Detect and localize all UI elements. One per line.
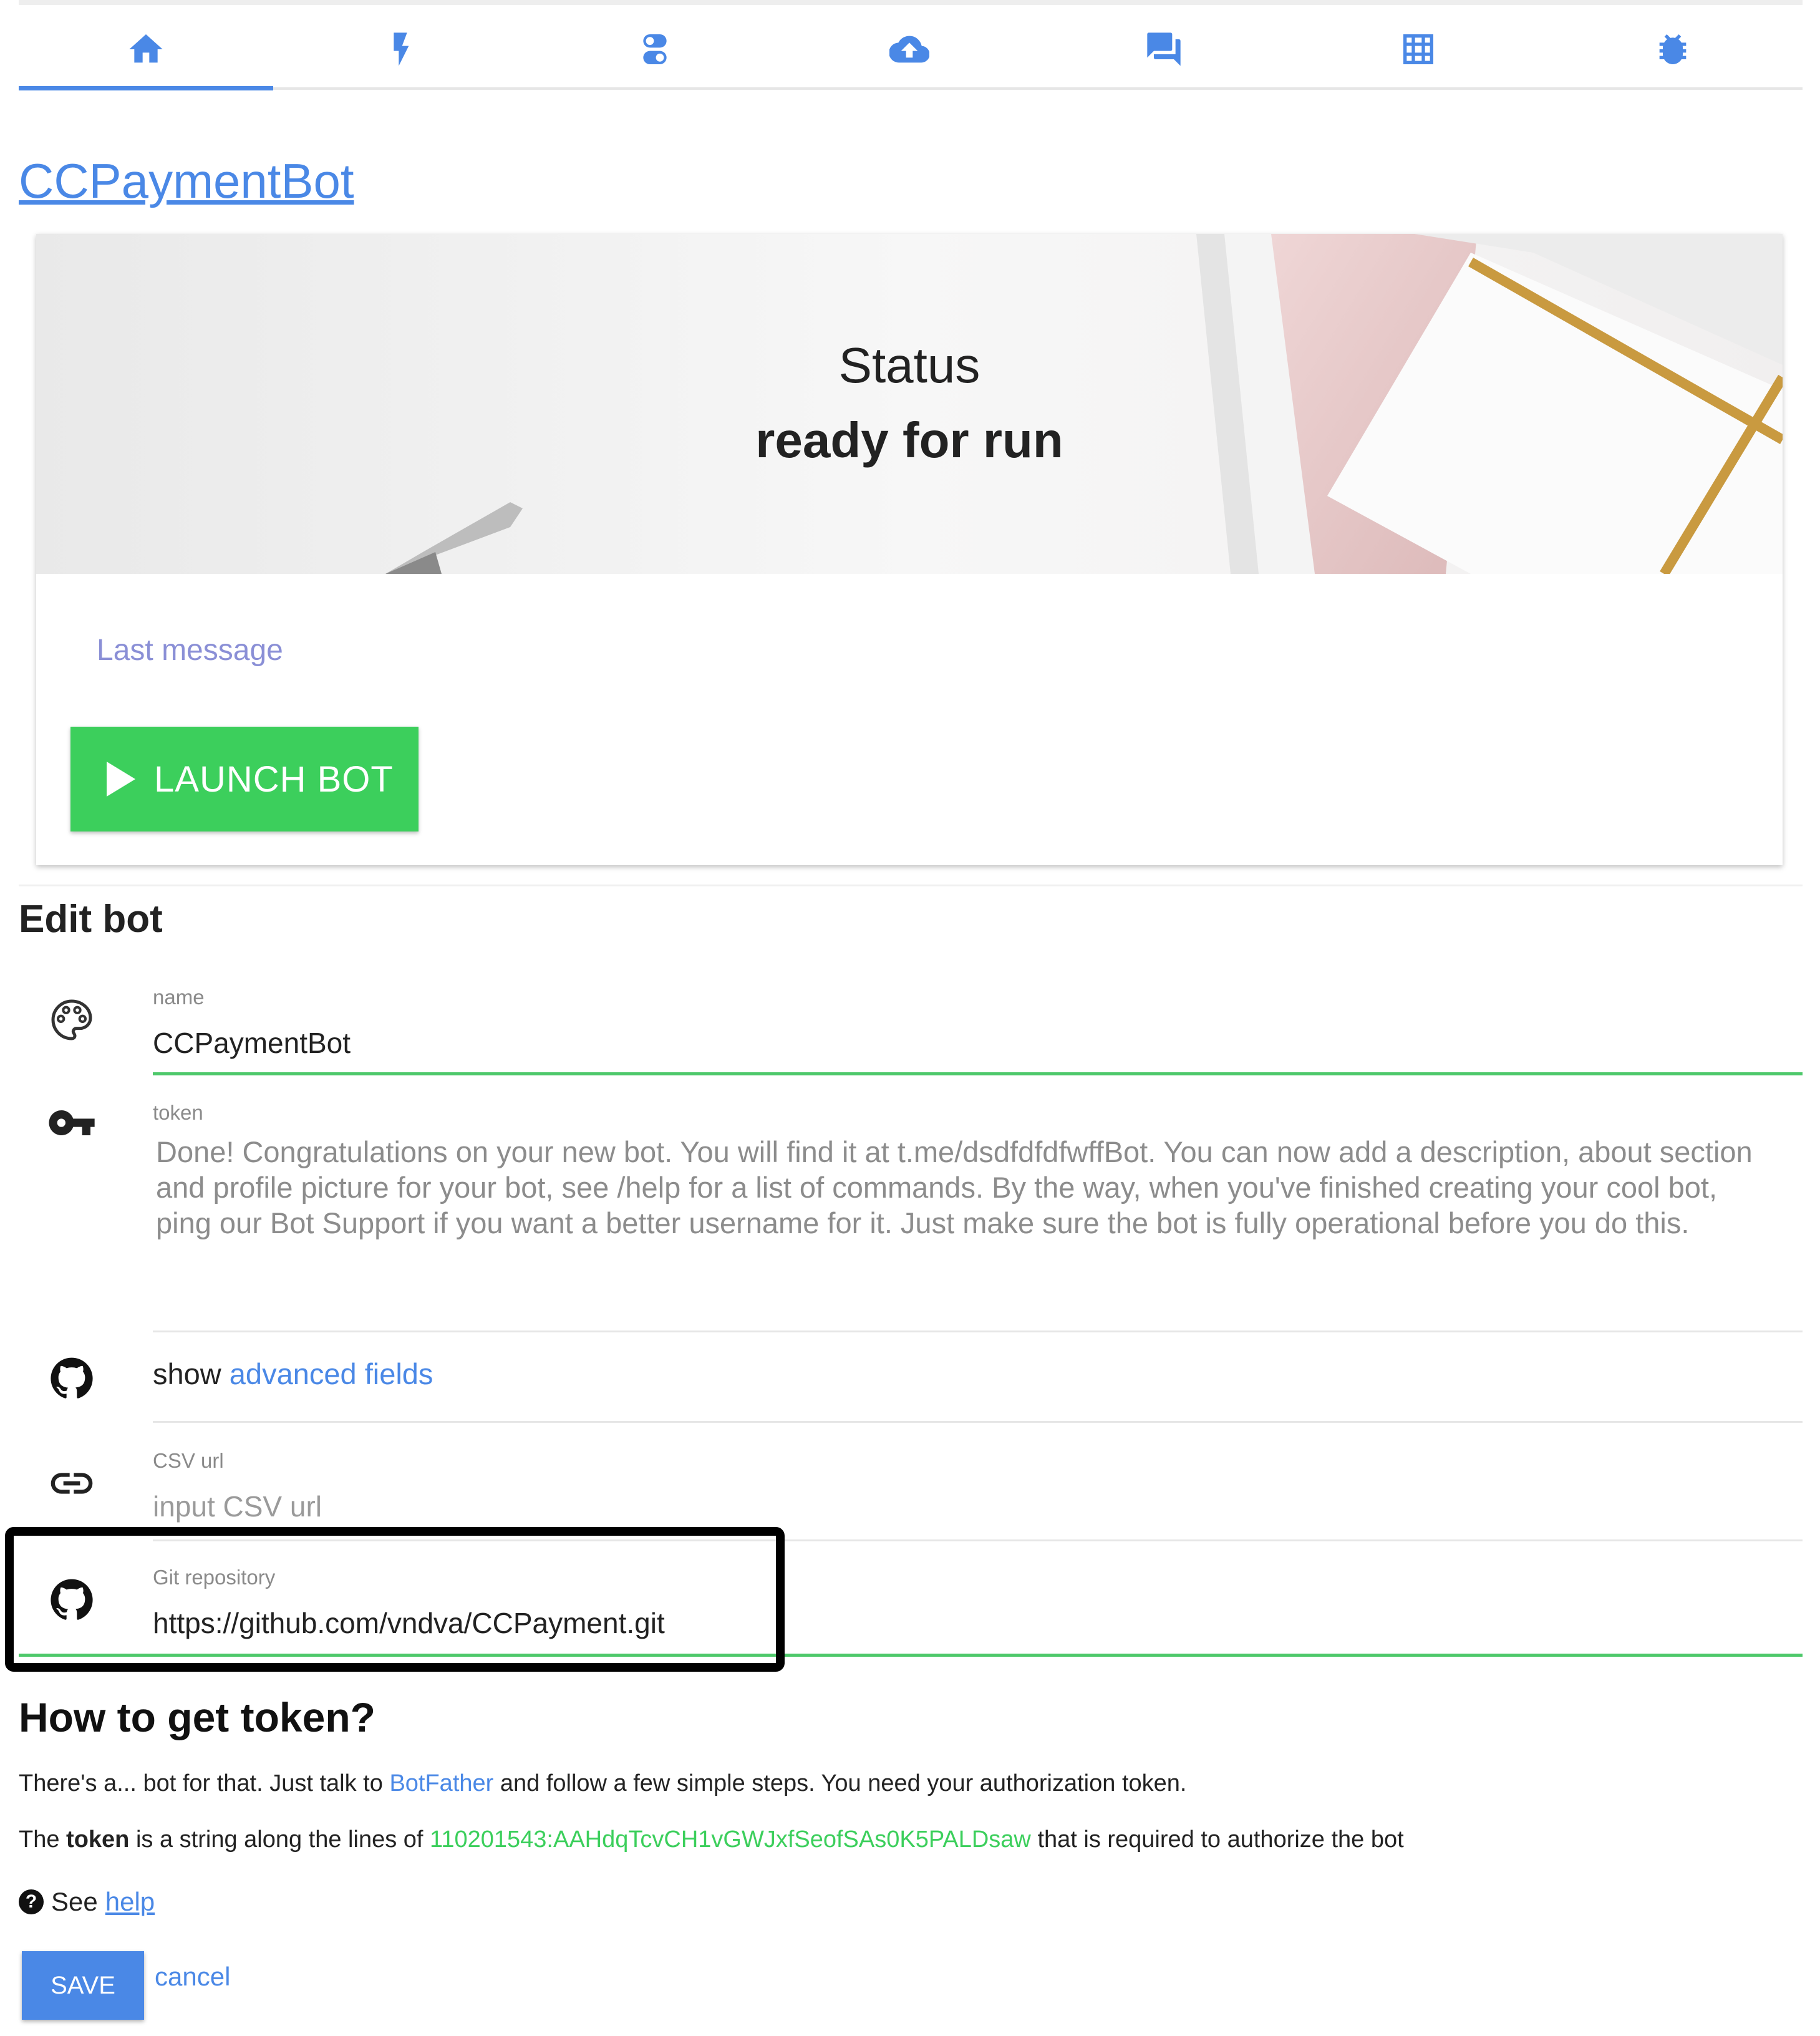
csv-field-label: CSV url — [153, 1449, 224, 1472]
play-icon — [107, 762, 135, 797]
see-help-line: ? See help — [19, 1887, 155, 1917]
bug-icon — [1659, 34, 1687, 64]
name-field-underline — [153, 1072, 1803, 1075]
p1-text-a: There's a... bot for that. Just talk to — [19, 1770, 383, 1796]
p2-bold-token: token — [66, 1826, 130, 1853]
palette-icon — [47, 995, 97, 1045]
tab-home[interactable] — [19, 5, 273, 94]
help-link[interactable]: help — [105, 1887, 155, 1917]
tab-triggers[interactable] — [273, 5, 528, 94]
question-circle-icon: ? — [19, 1889, 44, 1914]
name-field-label: name — [153, 986, 205, 1009]
key-icon — [47, 1098, 97, 1148]
tab-table[interactable] — [1291, 5, 1546, 94]
p2-text-c: that is required to authorize the bot — [1037, 1826, 1404, 1853]
show-prefix: show — [153, 1357, 221, 1390]
token-field-underline — [153, 1331, 1803, 1332]
csv-url-input[interactable]: input CSV url — [153, 1490, 322, 1523]
link-icon — [47, 1458, 97, 1508]
launch-bot-label: LAUNCH BOT — [154, 759, 394, 800]
how-to-heading: How to get token? — [19, 1694, 375, 1740]
home-icon — [129, 34, 163, 63]
botfather-link[interactable]: BotFather — [389, 1770, 493, 1796]
chat-icon — [1147, 32, 1181, 66]
advanced-row-divider — [153, 1421, 1803, 1423]
p2-text-b: is a string along the lines of — [135, 1826, 424, 1853]
status-value: ready for run — [755, 412, 1063, 468]
cloud-upload-icon — [889, 36, 929, 63]
active-tab-indicator — [19, 86, 273, 90]
token-field-label: token — [153, 1101, 203, 1124]
top-tab-bar — [19, 0, 1803, 99]
last-message-label: Last message — [97, 634, 283, 667]
see-label: See — [51, 1887, 98, 1916]
show-advanced-fields: show advanced fields — [153, 1357, 433, 1391]
status-hero-image — [36, 234, 1783, 574]
advanced-fields-link[interactable]: advanced fields — [230, 1357, 433, 1390]
highlight-annotation-box — [5, 1527, 785, 1672]
howto-paragraph-2: The token is a string along the lines of… — [19, 1826, 1404, 1853]
tab-upload[interactable] — [782, 5, 1037, 94]
grid-icon — [1403, 34, 1433, 64]
section-divider — [19, 885, 1803, 886]
p2-text-a: The — [19, 1826, 60, 1853]
status-card: Status ready for run Last message LAUNCH… — [36, 234, 1783, 865]
edit-bot-heading: Edit bot — [19, 898, 163, 941]
name-input[interactable]: CCPaymentBot — [153, 1026, 351, 1060]
howto-paragraph-1: There's a... bot for that. Just talk to … — [19, 1770, 1186, 1797]
tab-messages[interactable] — [1037, 5, 1291, 94]
p1-text-b: and follow a few simple steps. You need … — [500, 1770, 1187, 1796]
token-textarea[interactable]: Done! Congratulations on your new bot. Y… — [156, 1134, 1753, 1241]
launch-bot-button[interactable]: LAUNCH BOT — [70, 727, 419, 831]
tab-bar-divider — [19, 87, 1803, 90]
save-button[interactable]: SAVE — [22, 1951, 144, 2020]
status-label: Status — [838, 337, 980, 393]
github-icon — [47, 1354, 97, 1403]
lightning-icon — [394, 32, 409, 66]
desk-photo-image — [36, 234, 1783, 574]
tab-debug[interactable] — [1546, 5, 1800, 94]
bot-title-link[interactable]: CCPaymentBot — [19, 153, 354, 210]
cancel-link[interactable]: cancel — [155, 1962, 230, 1992]
example-token: 110201543:AAHdqTcvCH1vGWJxfSeofSAs0K5PAL… — [430, 1826, 1031, 1853]
toggle-icon — [643, 34, 667, 64]
tab-toggles[interactable] — [528, 5, 782, 94]
